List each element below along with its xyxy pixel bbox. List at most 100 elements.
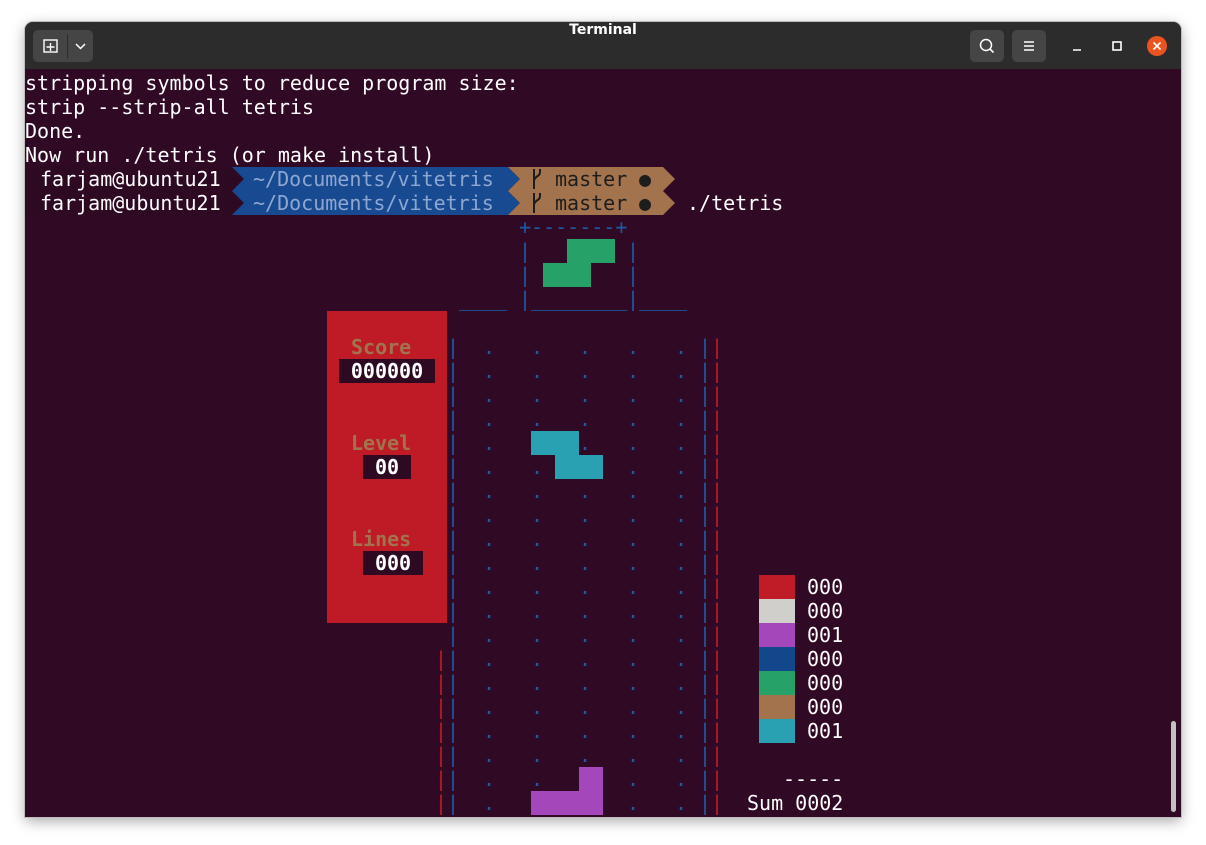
well-right-wall: | [699, 359, 712, 383]
well-cell-dot: . [675, 671, 688, 695]
statistics-color-swatch [759, 719, 795, 743]
well-left-wall: | [447, 503, 460, 527]
well-cell-dot: . [579, 527, 592, 551]
well-left-wall: | [447, 695, 460, 719]
well-cell-dot: . [675, 335, 688, 359]
well-outer-right-wall: | [711, 335, 724, 359]
well-cell-dot: . [579, 383, 592, 407]
well-cell-dot: . [483, 743, 496, 767]
well-cell-dot: . [627, 335, 640, 359]
well-cell-dot: . [483, 551, 496, 575]
well-cell-dot: . [579, 575, 592, 599]
statistics-count: 001 [807, 623, 844, 647]
well-cell-dot: . [531, 479, 544, 503]
close-icon [1147, 36, 1167, 56]
well-right-wall: | [699, 575, 712, 599]
well-cell-dot: . [483, 695, 496, 719]
well-cell-dot: . [483, 575, 496, 599]
search-button[interactable] [970, 30, 1004, 62]
title-bar[interactable]: Terminal [25, 22, 1181, 69]
well-cell-dot: . [483, 335, 496, 359]
well-outer-right-wall: | [711, 599, 724, 623]
statistics-sum: Sum 0002 [747, 791, 844, 815]
well-left-wall: | [447, 359, 460, 383]
minimize-button[interactable] [1065, 34, 1089, 58]
well-cell-dot: . [483, 719, 496, 743]
terminal-window: Terminal stripping symbols to reduce pro… [25, 22, 1181, 817]
well-cell-dot: . [675, 599, 688, 623]
well-cell-dot: . [579, 335, 592, 359]
well-cell-dot: . [531, 623, 544, 647]
well-cell-dot: . [579, 407, 592, 431]
scrollbar-thumb[interactable] [1171, 721, 1176, 812]
well-outer-right-wall: | [711, 743, 724, 767]
well-outer-right-wall: | [711, 647, 724, 671]
well-cell-dot: . [627, 383, 640, 407]
falling-piece-block [555, 455, 579, 479]
well-cell-dot: . [531, 647, 544, 671]
well-cell-dot: . [531, 599, 544, 623]
well-left-wall: | [447, 551, 460, 575]
well-cell-dot: . [579, 503, 592, 527]
well-cell-dot: . [675, 719, 688, 743]
well-cell-dot: . [531, 383, 544, 407]
well-cell-dot: . [627, 767, 640, 791]
landed-piece-block [579, 791, 603, 815]
well-right-wall: | [699, 695, 712, 719]
well-left-wall: | [447, 599, 460, 623]
statistics-color-swatch [759, 599, 795, 623]
maximize-button[interactable] [1105, 34, 1129, 58]
well-cell-dot: . [675, 575, 688, 599]
well-cell-dot: . [579, 551, 592, 575]
well-outer-right-wall: | [711, 791, 724, 815]
well-outer-right-wall: | [711, 527, 724, 551]
statistics-separator: ----- [783, 767, 844, 791]
well-cell-dot: . [579, 599, 592, 623]
well-cell-dot: . [531, 335, 544, 359]
well-right-wall: | [699, 479, 712, 503]
landed-piece-block [579, 767, 603, 791]
well-outer-right-wall: | [711, 719, 724, 743]
well-cell-dot: . [579, 695, 592, 719]
tetris-well: |||.....|||.....|||.....|||.....|||.....… [25, 69, 1181, 817]
terminal-output[interactable]: stripping symbols to reduce program size… [25, 69, 1181, 817]
statistics-color-swatch [759, 575, 795, 599]
well-cell-dot: . [531, 407, 544, 431]
menu-button[interactable] [1012, 30, 1046, 62]
statistics-color-swatch [759, 647, 795, 671]
well-cell-dot: . [579, 647, 592, 671]
well-outer-right-wall: | [711, 503, 724, 527]
well-cell-dot: . [483, 527, 496, 551]
well-cell-dot: . [675, 431, 688, 455]
well-cell-dot: . [627, 671, 640, 695]
well-outer-right-wall: | [711, 455, 724, 479]
well-cell-dot: . [579, 479, 592, 503]
falling-piece-block [579, 455, 603, 479]
well-cell-dot: . [483, 623, 496, 647]
well-cell-dot: . [579, 431, 592, 455]
well-cell-dot: . [531, 719, 544, 743]
well-left-wall: | [447, 479, 460, 503]
well-cell-dot: . [579, 719, 592, 743]
well-outer-right-wall: | [711, 551, 724, 575]
well-left-wall: | [447, 671, 460, 695]
well-left-wall: | [447, 767, 460, 791]
well-right-wall: | [699, 623, 712, 647]
well-cell-dot: . [675, 791, 688, 815]
well-left-wall: | [447, 335, 460, 359]
close-button[interactable] [1145, 34, 1169, 58]
well-left-wall: | [447, 575, 460, 599]
well-outer-left-wall: | [435, 743, 448, 767]
well-cell-dot: . [627, 431, 640, 455]
well-cell-dot: . [579, 623, 592, 647]
well-cell-dot: . [483, 359, 496, 383]
well-cell-dot: . [627, 575, 640, 599]
well-cell-dot: . [627, 719, 640, 743]
well-cell-dot: . [531, 551, 544, 575]
well-floor: +*****======********+ [447, 815, 796, 817]
well-cell-dot: . [531, 359, 544, 383]
well-cell-dot: . [483, 407, 496, 431]
well-cell-dot: . [675, 503, 688, 527]
well-cell-dot: . [675, 743, 688, 767]
well-outer-left-wall: | [435, 791, 448, 815]
